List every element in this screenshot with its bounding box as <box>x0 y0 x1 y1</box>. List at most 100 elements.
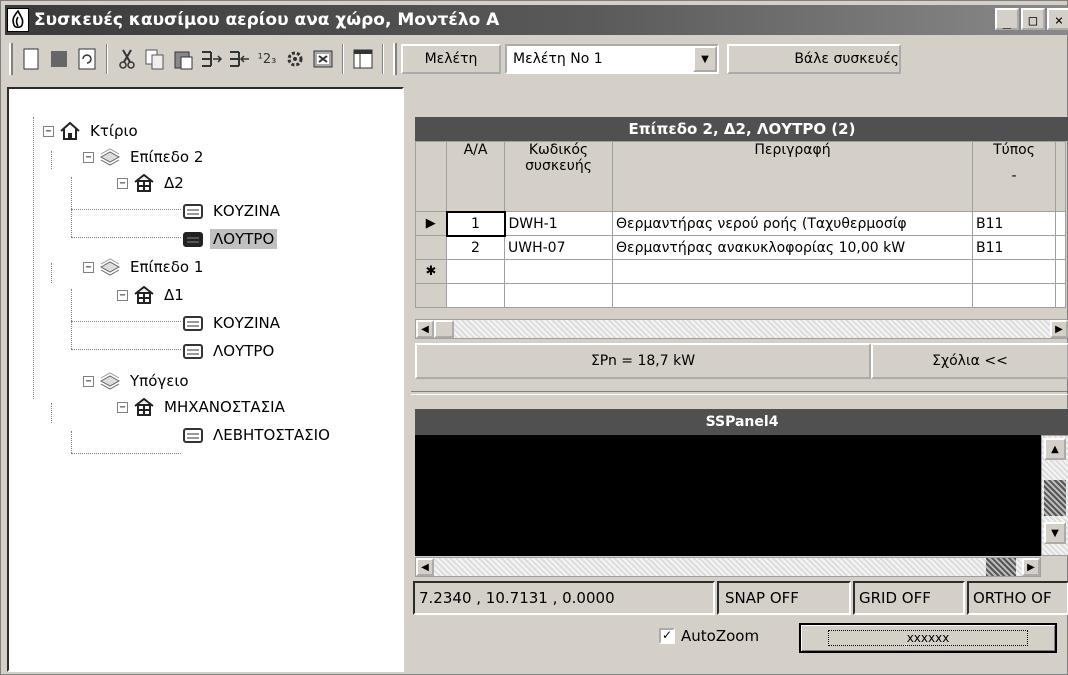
layers-icon <box>98 371 122 391</box>
close-button[interactable]: × <box>1047 8 1068 30</box>
collapse-icon[interactable]: − <box>83 375 94 387</box>
canvas-horizontal-scrollbar[interactable]: ◀ ▶ <box>415 557 1041 577</box>
scroll-up-icon[interactable]: ▲ <box>1044 438 1066 460</box>
action-button-label: xxxxxx <box>827 630 1029 646</box>
insert-left-icon[interactable] <box>225 44 253 74</box>
col-header-label: Τύπος <box>993 142 1035 159</box>
scroll-thumb[interactable] <box>986 558 1016 576</box>
col-aa-header[interactable]: Α/Α <box>446 141 505 212</box>
insert-right-icon[interactable] <box>197 44 225 74</box>
minimize-button[interactable]: _ <box>995 8 1019 30</box>
cell-code[interactable]: UWH-07 <box>504 235 613 260</box>
cut-icon[interactable] <box>113 44 141 74</box>
comments-button-label: Σχόλια << <box>932 353 1008 369</box>
chevron-down-icon[interactable]: ▼ <box>693 46 717 72</box>
cell-description[interactable]: Θερμαντήρας νερού ροής (Ταχυθερμοσίφ <box>612 211 973 236</box>
stop-icon[interactable] <box>45 44 73 74</box>
col-description-header[interactable]: Περιγραφή <box>612 141 973 212</box>
drawing-canvas[interactable] <box>415 435 1041 556</box>
cell-type[interactable]: B11 <box>972 211 1056 236</box>
tree-node-bath-2-selected[interactable]: ΛΟΥΤΡΟ <box>181 227 278 251</box>
cell-description[interactable] <box>612 259 973 284</box>
tree-node-level-2[interactable]: − Επίπεδο 2 <box>83 145 206 169</box>
scroll-right-icon[interactable]: ▶ <box>1022 558 1040 576</box>
cell-code[interactable]: DWH-1 <box>504 211 613 236</box>
tree-node-engine-room[interactable]: − ΜΗΧΑΝΟΣΤΑΣΙΑ <box>117 395 288 419</box>
panel-splitter[interactable] <box>411 391 1068 395</box>
ortho-toggle[interactable]: ORTHO OF <box>967 581 1068 615</box>
cell-type[interactable] <box>972 259 1056 284</box>
collapse-icon[interactable]: − <box>43 125 54 137</box>
collapse-icon[interactable]: − <box>83 261 94 273</box>
collapse-icon[interactable]: − <box>117 401 128 413</box>
toolbar-grip[interactable] <box>9 43 13 75</box>
scroll-down-icon[interactable]: ▼ <box>1044 522 1066 544</box>
collapse-icon[interactable]: − <box>117 177 128 189</box>
minimize-icon: _ <box>1002 13 1012 29</box>
action-button[interactable]: xxxxxx <box>799 623 1057 653</box>
tree-node-boiler-room[interactable]: ΛΕΒΗΤΟΣΤΑΣΙΟ <box>181 423 333 447</box>
excel-icon[interactable] <box>309 44 337 74</box>
study-select[interactable]: Μελέτη No 1 ▼ <box>505 44 719 74</box>
tree-node-level-1[interactable]: − Επίπεδο 1 <box>83 255 206 279</box>
comments-button[interactable]: Σχόλια << <box>871 343 1068 379</box>
snap-toggle[interactable]: SNAP OFF <box>717 581 851 615</box>
scroll-left-icon[interactable]: ◀ <box>416 558 434 576</box>
autozoom-label: AutoZoom <box>681 627 760 645</box>
cell-description[interactable]: Θερμαντήρας ανακυκλοφορίας 10,00 kW <box>612 235 973 260</box>
number-format-icon[interactable]: ¹2₃ <box>253 44 281 74</box>
table-row-empty <box>415 283 1066 308</box>
tree-node-basement[interactable]: − Υπόγειο <box>83 369 192 393</box>
scroll-right-icon[interactable]: ▶ <box>1050 320 1068 338</box>
table-row-new[interactable]: ✱ <box>415 259 1066 284</box>
grid-toggle[interactable]: GRID OFF <box>853 581 965 615</box>
tree-label: Επίπεδο 1 <box>130 258 204 276</box>
building-tree[interactable]: − Κτίριο − Επίπεδο 2 − Δ2 ΚΟΥΖΙΝΑ ΛΟΥΤΡΟ… <box>7 87 404 672</box>
autozoom-option[interactable]: ✓ AutoZoom <box>659 627 759 645</box>
cell-empty <box>446 283 505 308</box>
tree-node-building[interactable]: − Κτίριο <box>43 119 141 143</box>
cell-code[interactable] <box>504 259 613 284</box>
table-row[interactable]: ▶ 1 DWH-1 Θερμαντήρας νερού ροής (Ταχυθε… <box>415 210 1066 237</box>
layers-icon <box>98 147 122 167</box>
tree-label: ΜΗΧΑΝΟΣΤΑΣΙΑ <box>164 398 285 416</box>
layers-icon <box>98 257 122 277</box>
new-icon[interactable] <box>17 44 45 74</box>
title-bar[interactable]: Συσκευές καυσίμου αερίου ανα χώρο, Μοντέ… <box>5 5 1068 35</box>
col-code-header[interactable]: Κωδικός συσκευής <box>504 141 613 212</box>
place-devices-button[interactable]: Βάλε συσκευές <box>727 44 901 74</box>
grid-horizontal-scrollbar[interactable]: ◀ ▶ <box>415 319 1068 339</box>
study-button[interactable]: Μελέτη <box>401 44 501 74</box>
tree-node-bath-1[interactable]: ΛΟΥΤΡΟ <box>181 339 277 363</box>
tree-gear-icon[interactable] <box>281 44 309 74</box>
app-flame-icon <box>7 8 29 32</box>
tree-node-d1[interactable]: − Δ1 <box>117 283 187 307</box>
toolbar-grip[interactable] <box>393 43 397 75</box>
table-header-row: Α/Α Κωδικός συσκευής Περιγραφή Τύπος - <box>415 141 1066 212</box>
copy-icon[interactable] <box>141 44 169 74</box>
refresh-icon[interactable] <box>73 44 101 74</box>
tree-node-d2[interactable]: − Δ2 <box>117 171 187 195</box>
maximize-button[interactable]: □ <box>1021 8 1045 30</box>
devices-table[interactable]: Α/Α Κωδικός συσκευής Περιγραφή Τύπος - ▶ 1… <box>415 141 1066 308</box>
canvas-vertical-scrollbar[interactable]: ▲ ▼ <box>1041 435 1068 556</box>
collapse-icon[interactable]: − <box>117 289 128 301</box>
cell-aa[interactable]: 2 <box>446 235 505 260</box>
col-type-header[interactable]: Τύπος - <box>972 141 1056 212</box>
columns-icon[interactable] <box>349 44 377 74</box>
autozoom-checkbox[interactable]: ✓ <box>659 628 675 644</box>
cell-type[interactable]: B11 <box>972 235 1056 260</box>
tree-label: Δ2 <box>164 174 184 192</box>
tree-label: Υπόγειο <box>130 372 189 390</box>
scroll-thumb[interactable] <box>1044 480 1066 516</box>
tree-node-kitchen-2[interactable]: ΚΟΥΖΙΝΑ <box>181 199 283 223</box>
tree-node-kitchen-1[interactable]: ΚΟΥΖΙΝΑ <box>181 311 283 335</box>
tree-label: ΛΟΥΤΡΟ <box>210 229 278 249</box>
scroll-thumb[interactable] <box>434 320 454 338</box>
cell-aa[interactable] <box>446 259 505 284</box>
table-row[interactable]: 2 UWH-07 Θερμαντήρας ανακυκλοφορίας 10,0… <box>415 235 1066 260</box>
collapse-icon[interactable]: − <box>83 151 94 163</box>
scroll-left-icon[interactable]: ◀ <box>416 320 434 338</box>
cell-aa[interactable]: 1 <box>445 210 506 237</box>
paste-icon[interactable] <box>169 44 197 74</box>
